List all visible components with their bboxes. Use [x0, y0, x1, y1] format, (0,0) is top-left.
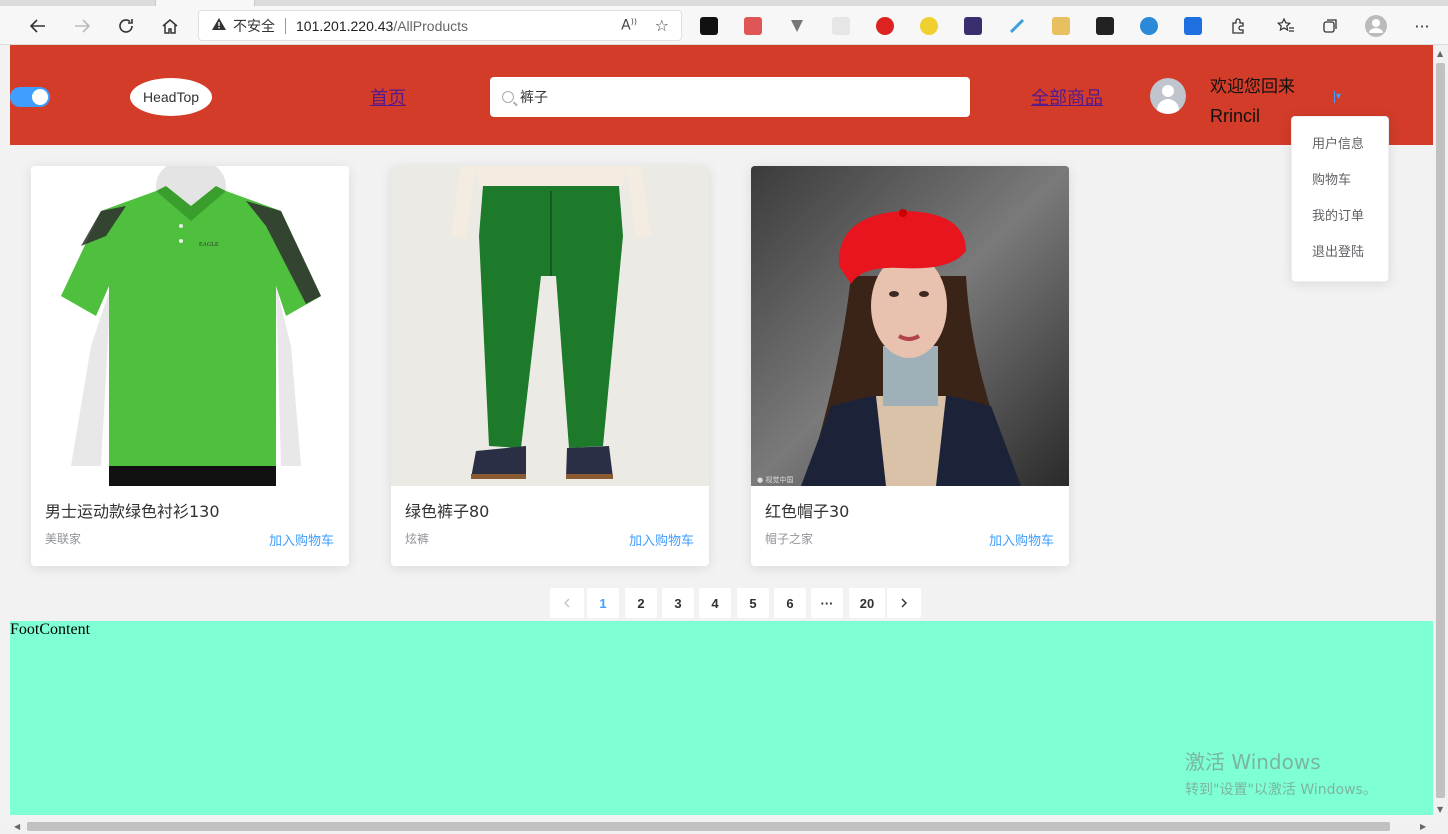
extension-icon[interactable]: [876, 17, 894, 35]
menu-item-logout[interactable]: 退出登陆: [1292, 235, 1388, 271]
product-card[interactable]: 绿色裤子80 炫裤 加入购物车: [391, 166, 709, 566]
extension-icon[interactable]: [1052, 17, 1070, 35]
refresh-icon[interactable]: [112, 12, 140, 40]
scroll-left-arrow-icon[interactable]: ◀: [14, 822, 20, 831]
page-button[interactable]: 20: [849, 588, 885, 618]
nav-link-all-products[interactable]: 全部商品: [1031, 84, 1103, 110]
collections-icon[interactable]: [1316, 12, 1344, 40]
extension-icon[interactable]: [788, 17, 806, 35]
extension-icon[interactable]: [1008, 17, 1026, 35]
extension-icon[interactable]: [1096, 17, 1114, 35]
watermark-line-1: 激活 Windows: [1185, 750, 1321, 774]
vertical-scroll-thumb[interactable]: [1436, 63, 1445, 798]
prev-page-button[interactable]: [550, 588, 584, 618]
page-button[interactable]: 3: [662, 588, 694, 618]
extension-icon[interactable]: [964, 17, 982, 35]
product-image-green-shirt[interactable]: EAGLE: [31, 166, 349, 486]
browser-toolbar: 不安全 101.201.220.43/AllProducts A)) ☆ ···: [0, 6, 1448, 45]
menu-item-orders[interactable]: 我的订单: [1292, 199, 1388, 235]
horizontal-scroll-thumb[interactable]: [27, 822, 1390, 831]
site-footer: FootContent 激活 Windows 转到"设置"以激活 Windows…: [10, 621, 1433, 815]
nav-link-home[interactable]: 首页: [370, 84, 406, 110]
menu-item-cart[interactable]: 购物车: [1292, 163, 1388, 199]
page-button[interactable]: 6: [774, 588, 806, 618]
toggle-knob: [32, 89, 48, 105]
footer-text: FootContent: [10, 621, 91, 638]
page-button[interactable]: 4: [699, 588, 731, 618]
security-label[interactable]: 不安全: [233, 16, 275, 36]
page-button[interactable]: 2: [625, 588, 657, 618]
address-bar[interactable]: 不安全 101.201.220.43/AllProducts A)) ☆: [198, 10, 682, 41]
read-aloud-icon[interactable]: A)): [621, 17, 637, 34]
product-shop: 帽子之家: [765, 532, 814, 546]
home-icon[interactable]: [156, 12, 184, 40]
more-pages-ellipsis[interactable]: ···: [811, 588, 843, 618]
add-to-cart-link[interactable]: 加入购物车: [989, 530, 1054, 549]
page-button[interactable]: 1: [587, 588, 619, 618]
warning-icon: [211, 17, 227, 35]
extension-icon[interactable]: [700, 17, 718, 35]
product-title[interactable]: 红色帽子30: [765, 498, 849, 522]
user-avatar[interactable]: [1150, 78, 1186, 114]
user-dropdown-menu: 用户信息 购物车 我的订单 退出登陆: [1291, 116, 1389, 282]
extension-icon[interactable]: [920, 17, 938, 35]
product-shop: 美联家: [45, 532, 82, 546]
chevron-left-icon: [564, 598, 570, 608]
forward-icon[interactable]: [68, 12, 96, 40]
address-divider: [285, 17, 286, 34]
add-to-cart-link[interactable]: 加入购物车: [269, 530, 334, 549]
scroll-right-arrow-icon[interactable]: ▶: [1420, 822, 1426, 831]
extensions-puzzle-icon[interactable]: [1224, 12, 1252, 40]
profile-avatar-icon[interactable]: [1362, 12, 1390, 40]
more-menu-icon[interactable]: ···: [1408, 12, 1436, 40]
caret-down-icon[interactable]: ▾: [1334, 91, 1346, 103]
watermark-line-2: 转到"设置"以激活 Windows。: [1185, 782, 1377, 798]
back-icon[interactable]: [24, 12, 52, 40]
search-box[interactable]: [490, 77, 970, 117]
extension-icon[interactable]: [1184, 17, 1202, 35]
svg-text:● 视觉中国: ● 视觉中国: [757, 475, 793, 484]
welcome-block[interactable]: 欢迎您回来 Rrincil: [1210, 73, 1295, 131]
vertical-scrollbar[interactable]: ▲ ▼: [1433, 45, 1448, 818]
url-host: 101.201.220.43: [296, 17, 394, 34]
menu-item-user-info[interactable]: 用户信息: [1292, 127, 1388, 163]
site-logo[interactable]: HeadTop: [130, 78, 212, 116]
username: Rrincil: [1210, 106, 1261, 126]
add-favorite-icon[interactable]: ☆: [655, 16, 669, 35]
product-title[interactable]: 绿色裤子80: [405, 498, 489, 522]
site-header: HeadTop 首页 全部商品 欢迎您回来 Rrincil ▾: [10, 45, 1433, 145]
scroll-down-arrow-icon[interactable]: ▼: [1437, 805, 1443, 814]
product-shop: 炫裤: [405, 532, 430, 546]
extension-icon[interactable]: [832, 17, 850, 35]
horizontal-scrollbar[interactable]: ◀ ▶: [0, 818, 1448, 834]
chevron-right-icon: [901, 598, 907, 608]
theme-toggle-switch[interactable]: [10, 87, 50, 107]
product-card[interactable]: EAGLE 男士运动款绿色衬衫130 美联家 加入购物车: [31, 166, 349, 566]
product-image-green-pants[interactable]: [391, 166, 709, 486]
welcome-text: 欢迎您回来: [1210, 77, 1295, 97]
search-input[interactable]: [520, 89, 940, 105]
product-card[interactable]: ● 视觉中国 红色帽子30 帽子之家 加入购物车: [751, 166, 1069, 566]
search-icon: [502, 91, 514, 103]
scroll-up-arrow-icon[interactable]: ▲: [1437, 49, 1443, 58]
url-path: /AllProducts: [393, 17, 469, 34]
favorites-icon[interactable]: [1272, 12, 1300, 40]
avatar-head: [1162, 85, 1174, 97]
product-title[interactable]: 男士运动款绿色衬衫130: [45, 498, 220, 522]
product-image-red-hat[interactable]: ● 视觉中国: [751, 166, 1069, 486]
avatar-body: [1157, 99, 1179, 114]
extension-icon[interactable]: [1140, 17, 1158, 35]
page-button[interactable]: 5: [737, 588, 769, 618]
add-to-cart-link[interactable]: 加入购物车: [629, 530, 694, 549]
next-page-button[interactable]: [887, 588, 921, 618]
windows-activation-watermark: 激活 Windows 转到"设置"以激活 Windows。: [1185, 746, 1377, 799]
extension-icon[interactable]: [744, 17, 762, 35]
svg-text:EAGLE: EAGLE: [199, 242, 219, 248]
